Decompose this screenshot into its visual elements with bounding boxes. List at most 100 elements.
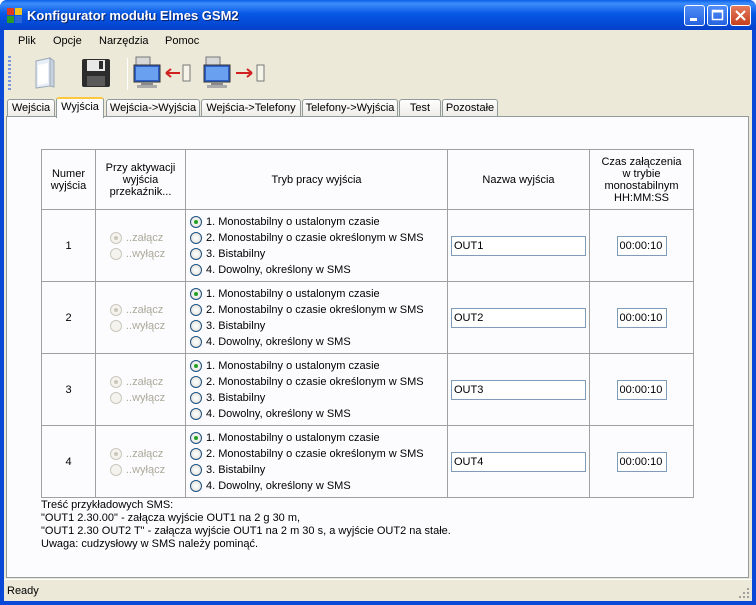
relay-cell: ..załącz ..wyłącz — [95, 209, 186, 282]
mode-radio-3[interactable]: 3. Bistabilny — [190, 390, 447, 406]
tab-wyjscia[interactable]: Wyjścia — [56, 97, 104, 118]
relay-off-radio: ..wyłącz — [110, 462, 185, 478]
tab-wejscia-telefony[interactable]: Wejścia->Telefony — [201, 99, 301, 117]
tab-pozostale[interactable]: Pozostałe — [442, 99, 498, 117]
name-cell: OUT3 — [447, 353, 590, 426]
minimize-button[interactable] — [684, 5, 705, 26]
time-input[interactable]: 00:00:10 — [616, 307, 667, 328]
mode-cell: 1. Monostabilny o ustalonym czasie 2. Mo… — [185, 281, 448, 354]
open-icon — [35, 57, 55, 89]
mode-radio-2[interactable]: 2. Monostabilny o czasie określonym w SM… — [190, 446, 447, 462]
mode-radio-3[interactable]: 3. Bistabilny — [190, 246, 447, 262]
mode-radio-3[interactable]: 3. Bistabilny — [190, 462, 447, 478]
menu-opcje[interactable]: Opcje — [53, 35, 82, 47]
maximize-icon — [711, 9, 724, 21]
sms-examples-note: Treść przykładowych SMS: "OUT1 2.30.00" … — [41, 499, 451, 551]
time-input[interactable]: 00:00:10 — [616, 451, 667, 472]
output-name-input[interactable]: OUT4 — [451, 451, 586, 472]
mode-radio-1[interactable]: 1. Monostabilny o ustalonym czasie — [190, 286, 447, 302]
relay-off-radio: ..wyłącz — [110, 390, 185, 406]
time-cell: 00:00:10 — [589, 209, 694, 282]
open-button[interactable] — [26, 55, 62, 91]
relay-on-radio: ..załącz — [110, 302, 185, 318]
table-row: 1 ..załącz ..wyłącz 1. Monostabilny o us… — [41, 209, 694, 282]
relay-off-radio: ..wyłącz — [110, 246, 185, 262]
mode-radio-1[interactable]: 1. Monostabilny o ustalonym czasie — [190, 358, 447, 374]
time-cell: 00:00:10 — [589, 281, 694, 354]
tab-wejscia[interactable]: Wejścia — [7, 99, 55, 117]
status-text: Ready — [7, 585, 39, 597]
toolbar-separator — [127, 58, 128, 90]
write-to-device-icon — [203, 56, 265, 88]
tab-telefony-wyjscia[interactable]: Telefony->Wyjścia — [302, 99, 398, 117]
output-number: 1 — [41, 209, 96, 282]
output-name-input[interactable]: OUT1 — [451, 235, 586, 256]
note-line: Uwaga: cudzysłowy w SMS należy pominąć. — [41, 538, 259, 550]
mode-radio-2[interactable]: 2. Monostabilny o czasie określonym w SM… — [190, 374, 447, 390]
tab-strip: Wejścia Wyjścia Wejścia->Wyjścia Wejścia… — [4, 97, 752, 118]
save-icon — [82, 59, 110, 87]
read-from-device-icon — [133, 56, 191, 88]
header-name: Nazwa wyjścia — [447, 149, 590, 210]
mode-radio-2[interactable]: 2. Monostabilny o czasie określonym w SM… — [190, 302, 447, 318]
mode-radio-1[interactable]: 1. Monostabilny o ustalonym czasie — [190, 214, 447, 230]
tab-panel-wyjscia: Numer wyjścia Przy aktywacji wyjścia prz… — [6, 116, 749, 578]
relay-cell: ..załącz ..wyłącz — [95, 425, 186, 498]
relay-on-radio: ..załącz — [110, 374, 185, 390]
mode-cell: 1. Monostabilny o ustalonym czasie 2. Mo… — [185, 425, 448, 498]
toolbar — [4, 52, 752, 96]
read-from-device-button[interactable] — [132, 55, 192, 91]
outputs-table: Numer wyjścia Przy aktywacji wyjścia prz… — [41, 149, 694, 498]
mode-radio-2[interactable]: 2. Monostabilny o czasie określonym w SM… — [190, 230, 447, 246]
tab-test[interactable]: Test — [399, 99, 441, 117]
app-window: Konfigurator modułu Elmes GSM2 Plik Opcj… — [0, 0, 756, 605]
menu-pomoc[interactable]: Pomoc — [165, 35, 199, 47]
mode-radio-4[interactable]: 4. Dowolny, określony w SMS — [190, 262, 447, 278]
relay-on-radio: ..załącz — [110, 230, 185, 246]
tab-wejscia-wyjscia[interactable]: Wejścia->Wyjścia — [106, 99, 200, 117]
note-line: "OUT1 2.30 OUT2 T" - załącza wyjście OUT… — [41, 525, 451, 537]
maximize-button[interactable] — [707, 5, 728, 26]
close-button[interactable] — [730, 5, 751, 26]
write-to-device-button[interactable] — [202, 55, 266, 91]
note-line: Treść przykładowych SMS: — [41, 499, 174, 511]
note-line: "OUT1 2.30.00" - załącza wyjście OUT1 na… — [41, 512, 301, 524]
menu-bar: Plik Opcje Narzędzia Pomoc — [4, 30, 752, 52]
header-time: Czas załączenia w trybie monostabilnym H… — [589, 149, 694, 210]
relay-on-radio: ..załącz — [110, 446, 185, 462]
output-name-input[interactable]: OUT2 — [451, 307, 586, 328]
mode-radio-4[interactable]: 4. Dowolny, określony w SMS — [190, 478, 447, 494]
close-icon — [735, 10, 746, 21]
status-bar: Ready — [4, 579, 752, 601]
header-relay: Przy aktywacji wyjścia przekaźnik... — [95, 149, 186, 210]
menu-plik[interactable]: Plik — [18, 35, 36, 47]
minimize-icon — [690, 18, 697, 21]
output-number: 3 — [41, 353, 96, 426]
name-cell: OUT2 — [447, 281, 590, 354]
output-name-input[interactable]: OUT3 — [451, 379, 586, 400]
menu-narzedzia[interactable]: Narzędzia — [99, 35, 149, 47]
time-cell: 00:00:10 — [589, 425, 694, 498]
toolbar-grip[interactable] — [8, 56, 11, 90]
time-input[interactable]: 00:00:10 — [616, 379, 667, 400]
table-row: 2 ..załącz ..wyłącz 1. Monostabilny o us… — [41, 281, 694, 354]
table-row: 4 ..załącz ..wyłącz 1. Monostabilny o us… — [41, 425, 694, 498]
mode-radio-4[interactable]: 4. Dowolny, określony w SMS — [190, 406, 447, 422]
header-mode: Tryb pracy wyjścia — [185, 149, 448, 210]
mode-radio-3[interactable]: 3. Bistabilny — [190, 318, 447, 334]
mode-radio-4[interactable]: 4. Dowolny, określony w SMS — [190, 334, 447, 350]
window-title: Konfigurator modułu Elmes GSM2 — [27, 8, 239, 23]
resize-grip-icon[interactable] — [738, 587, 750, 599]
output-number: 2 — [41, 281, 96, 354]
mode-cell: 1. Monostabilny o ustalonym czasie 2. Mo… — [185, 353, 448, 426]
time-cell: 00:00:10 — [589, 353, 694, 426]
relay-cell: ..załącz ..wyłącz — [95, 353, 186, 426]
name-cell: OUT1 — [447, 209, 590, 282]
output-number: 4 — [41, 425, 96, 498]
time-input[interactable]: 00:00:10 — [616, 235, 667, 256]
name-cell: OUT4 — [447, 425, 590, 498]
client-area: Plik Opcje Narzędzia Pomoc Wejścia Wyjśc… — [4, 30, 752, 601]
mode-radio-1[interactable]: 1. Monostabilny o ustalonym czasie — [190, 430, 447, 446]
save-button[interactable] — [78, 55, 114, 91]
title-bar[interactable]: Konfigurator modułu Elmes GSM2 — [0, 0, 756, 30]
